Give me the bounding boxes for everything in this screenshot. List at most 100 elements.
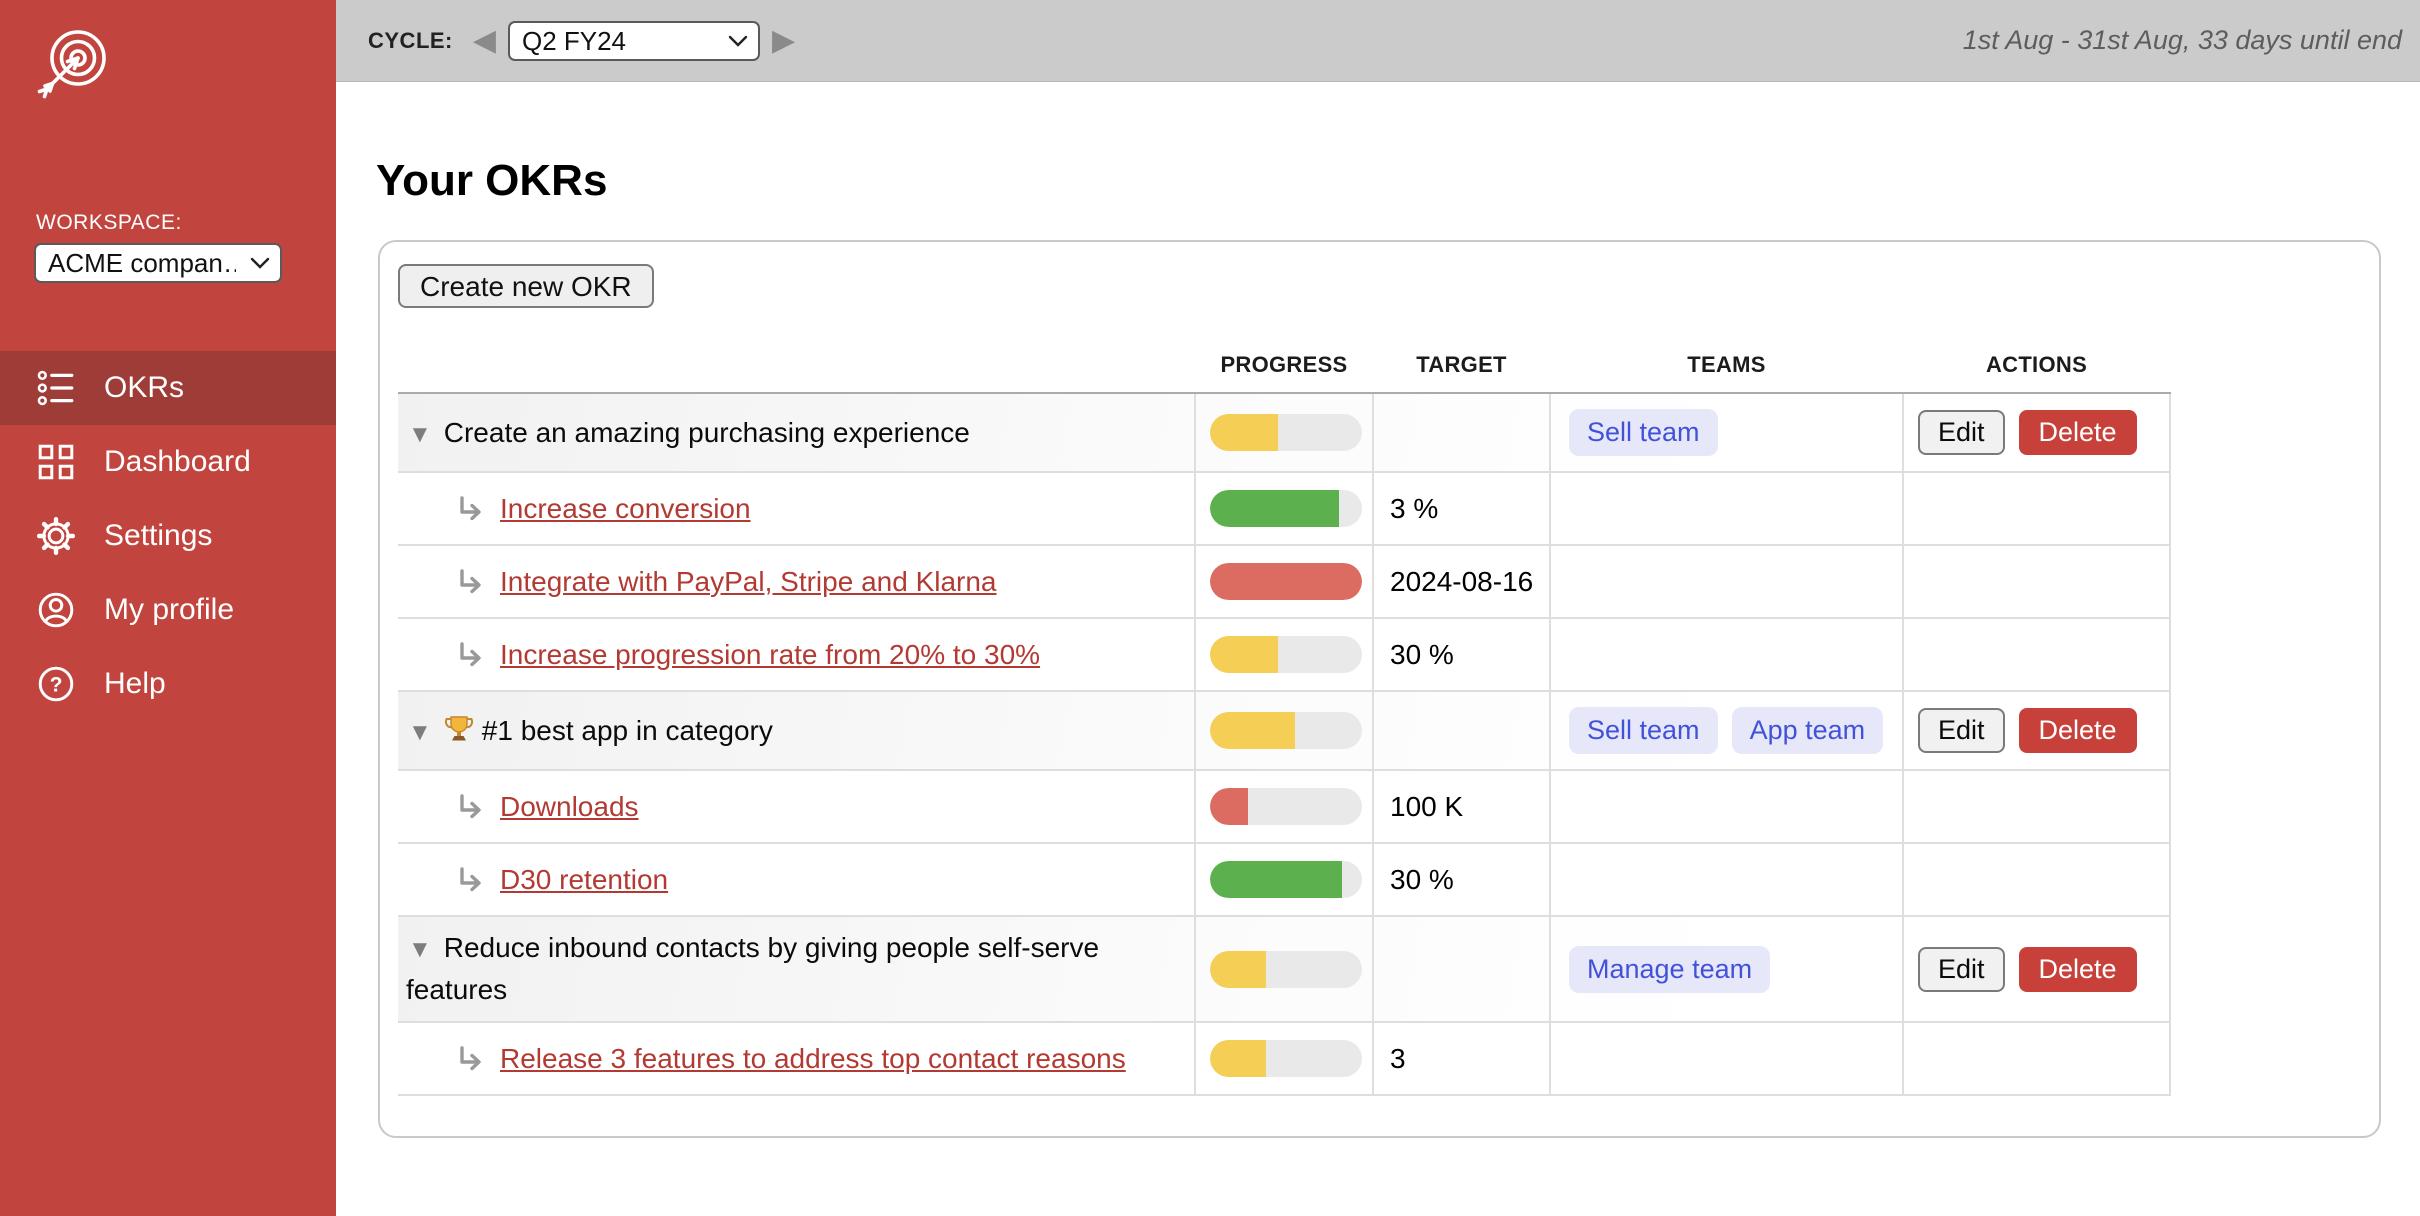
delete-button[interactable]: Delete [2018, 708, 2137, 753]
delete-button[interactable]: Delete [2018, 410, 2137, 455]
key-result-row: Increase conversion 3 % [398, 472, 2171, 546]
workspace-select[interactable]: ACME compan… [34, 243, 282, 283]
cycle-next-button[interactable]: ▶ [766, 25, 801, 56]
key-result-link[interactable]: Integrate with PayPal, Stripe and Klarna [500, 566, 997, 597]
team-badge[interactable]: Manage team [1569, 945, 1771, 993]
progress-bar-fill [1210, 490, 1340, 527]
key-result-row: D30 retention 30 % [398, 843, 2171, 917]
sidebar-nav: OKRs Dashboard Settings My profile ? Hel… [0, 351, 336, 721]
target-cell: 3 % [1372, 472, 1550, 546]
actions-cell [1902, 770, 2171, 844]
edit-button[interactable]: Edit [1918, 946, 2005, 992]
name-cell: Integrate with PayPal, Stripe and Klarna [398, 545, 1195, 619]
settings-gear-icon [36, 516, 76, 556]
cycle-select[interactable]: Q2 FY24 [507, 20, 760, 61]
sidebar-item-settings[interactable]: Settings [0, 499, 336, 573]
name-cell: Downloads [398, 770, 1195, 844]
sidebar-item-help[interactable]: ? Help [0, 647, 336, 721]
progress-cell [1194, 1022, 1373, 1096]
progress-bar-fill [1210, 414, 1279, 451]
header-target: TARGET [1373, 340, 1550, 394]
header-teams: TEAMS [1550, 340, 1903, 394]
team-badge[interactable]: Sell team [1569, 707, 1718, 754]
cycle-date-range: 1st Aug - 31st Aug, 33 days until end [1962, 25, 2402, 55]
progress-bar [1210, 950, 1362, 988]
sidebar-item-okrs[interactable]: OKRs [0, 351, 336, 425]
header-progress: PROGRESS [1195, 340, 1373, 394]
progress-cell [1194, 618, 1373, 692]
progress-bar-fill [1210, 1040, 1267, 1077]
sidebar-item-label: Settings [104, 519, 213, 552]
target-cell: 2024-08-16 [1372, 545, 1550, 619]
key-result-row: Downloads 100 K [398, 770, 2171, 844]
collapse-triangle-icon[interactable]: ▼ [408, 421, 432, 448]
progress-cell [1194, 770, 1373, 844]
elbow-arrow-icon [460, 1045, 481, 1070]
team-badge[interactable]: App team [1731, 707, 1884, 754]
header-actions: ACTIONS [1903, 340, 2170, 394]
progress-bar-fill [1210, 788, 1248, 825]
cycle-prev-button[interactable]: ◀ [467, 25, 502, 56]
actions-cell: Edit Delete [1902, 393, 2171, 473]
teams-cell: Sell team [1549, 393, 1903, 473]
objective-title: #1 best app in category [481, 714, 773, 746]
progress-bar [1210, 712, 1362, 749]
key-result-link[interactable]: Increase conversion [500, 493, 751, 524]
name-cell: Release 3 features to address top contac… [398, 1022, 1195, 1096]
progress-cell [1194, 472, 1373, 546]
actions-cell [1902, 472, 2171, 546]
actions-cell: Edit Delete [1902, 916, 2171, 1023]
name-cell: ▼ Create an amazing purchasing experience [398, 393, 1195, 473]
actions-cell [1902, 545, 2171, 619]
progress-bar [1210, 414, 1362, 451]
help-icon: ? [38, 666, 74, 702]
key-result-link[interactable]: Downloads [500, 791, 639, 822]
progress-bar [1210, 788, 1362, 825]
name-cell: ▼ Reduce inbound contacts by giving peopl… [398, 916, 1195, 1023]
key-result-link[interactable]: D30 retention [500, 864, 668, 895]
objective-row: ▼ Reduce inbound contacts by giving peopl… [398, 916, 2171, 1023]
sidebar-item-dashboard[interactable]: Dashboard [0, 425, 336, 499]
target-cell [1372, 916, 1550, 1023]
teams-cell [1549, 843, 1903, 917]
progress-bar-fill [1210, 636, 1279, 673]
teams-cell [1549, 545, 1903, 619]
collapse-triangle-icon[interactable]: ▼ [408, 936, 432, 963]
name-cell: ▼ #1 best app in category [398, 691, 1195, 771]
actions-cell: Edit Delete [1902, 691, 2171, 771]
okr-card: Create new OKR PROGRESS TARGET TEAMS ACT… [378, 240, 2381, 1138]
key-result-link[interactable]: Increase progression rate from 20% to 30… [500, 639, 1040, 670]
collapse-triangle-icon[interactable]: ▼ [408, 719, 432, 746]
actions-cell [1902, 843, 2171, 917]
target-cell [1372, 393, 1550, 473]
elbow-arrow-icon [460, 568, 481, 593]
create-new-okr-button[interactable]: Create new OKR [398, 264, 654, 308]
okr-list-icon [37, 370, 74, 406]
elbow-arrow-icon [460, 793, 481, 818]
actions-cell [1902, 618, 2171, 692]
app-logo [0, 0, 336, 109]
elbow-arrow-icon [460, 641, 481, 666]
key-result-link[interactable]: Release 3 features to address top contac… [500, 1043, 1126, 1074]
delete-button[interactable]: Delete [2018, 946, 2137, 992]
sidebar-item-label: My profile [104, 593, 235, 626]
edit-button[interactable]: Edit [1918, 410, 2005, 455]
elbow-arrow-icon [460, 866, 481, 891]
target-cell: 30 % [1372, 618, 1550, 692]
objective-row: ▼ Create an amazing purchasing experience… [398, 393, 2171, 473]
teams-cell: Manage team [1549, 916, 1903, 1023]
edit-button[interactable]: Edit [1918, 708, 2005, 753]
sidebar-item-my-profile[interactable]: My profile [0, 573, 336, 647]
team-badge[interactable]: Sell team [1569, 409, 1718, 456]
topbar: CYCLE: ◀ Q2 FY24 ▶ 1st Aug - 31st Aug, 3… [336, 0, 2420, 82]
objective-title: Reduce inbound contacts by giving people… [406, 932, 1100, 1005]
progress-bar [1210, 490, 1362, 527]
objective-title: Create an amazing purchasing experience [443, 416, 970, 448]
actions-cell [1902, 1022, 2171, 1096]
progress-bar [1210, 1040, 1362, 1077]
dashboard-icon [38, 444, 74, 480]
cycle-label: CYCLE: [368, 27, 453, 53]
sidebar-item-label: Dashboard [104, 445, 251, 478]
workspace-label: WORKSPACE: [36, 211, 182, 234]
svg-text:?: ? [50, 673, 63, 696]
